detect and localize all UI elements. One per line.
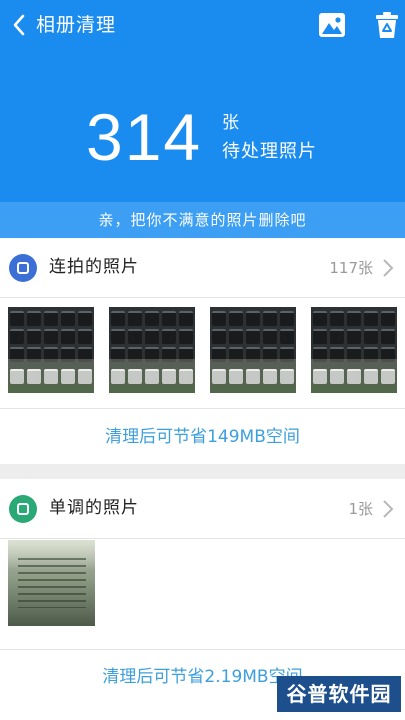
page-title: 相册清理 (36, 14, 117, 36)
photo-thumbnail[interactable] (210, 307, 296, 393)
burst-icon (9, 254, 37, 282)
section-count: 1张 (348, 500, 373, 518)
section-title: 单调的照片 (49, 498, 139, 518)
chevron-right-icon (383, 500, 394, 518)
recycle-bin-icon (376, 12, 398, 38)
section-count: 117张 (329, 259, 373, 277)
hint-banner: 亲，把你不满意的照片删除吧 (0, 202, 405, 238)
image-icon (319, 13, 345, 37)
divider (0, 408, 405, 409)
dull-photos-header[interactable]: 单调的照片 1张 (0, 479, 405, 539)
section-title: 连拍的照片 (49, 257, 139, 277)
gallery-button[interactable] (318, 12, 346, 38)
photo-thumbnail[interactable] (8, 540, 95, 626)
photo-thumbnail[interactable] (109, 307, 195, 393)
header: 相册清理 314 张 待处理照片 亲，把你不满意的照片删除吧 (0, 0, 405, 238)
burst-photos-card: 连拍的照片 117张 清理后可节省149MB空间 (0, 238, 405, 464)
photo-thumbnail[interactable] (311, 307, 397, 393)
watermark-logo: 谷普软件园 (277, 676, 401, 712)
photo-thumbnail[interactable] (8, 307, 94, 393)
top-bar: 相册清理 (0, 0, 405, 50)
recycle-bin-button[interactable] (374, 10, 400, 40)
divider (0, 649, 405, 650)
burst-photos-header[interactable]: 连拍的照片 117张 (0, 238, 405, 298)
chevron-right-icon (383, 259, 394, 277)
back-button[interactable] (6, 10, 34, 40)
dull-icon (9, 495, 37, 523)
photo-count: 314 (86, 100, 203, 174)
clean-savings-link[interactable]: 清理后可节省149MB空间 (0, 425, 405, 449)
pending-label: 待处理照片 (222, 141, 317, 162)
chevron-left-icon (13, 14, 25, 36)
count-unit: 张 (222, 113, 239, 133)
